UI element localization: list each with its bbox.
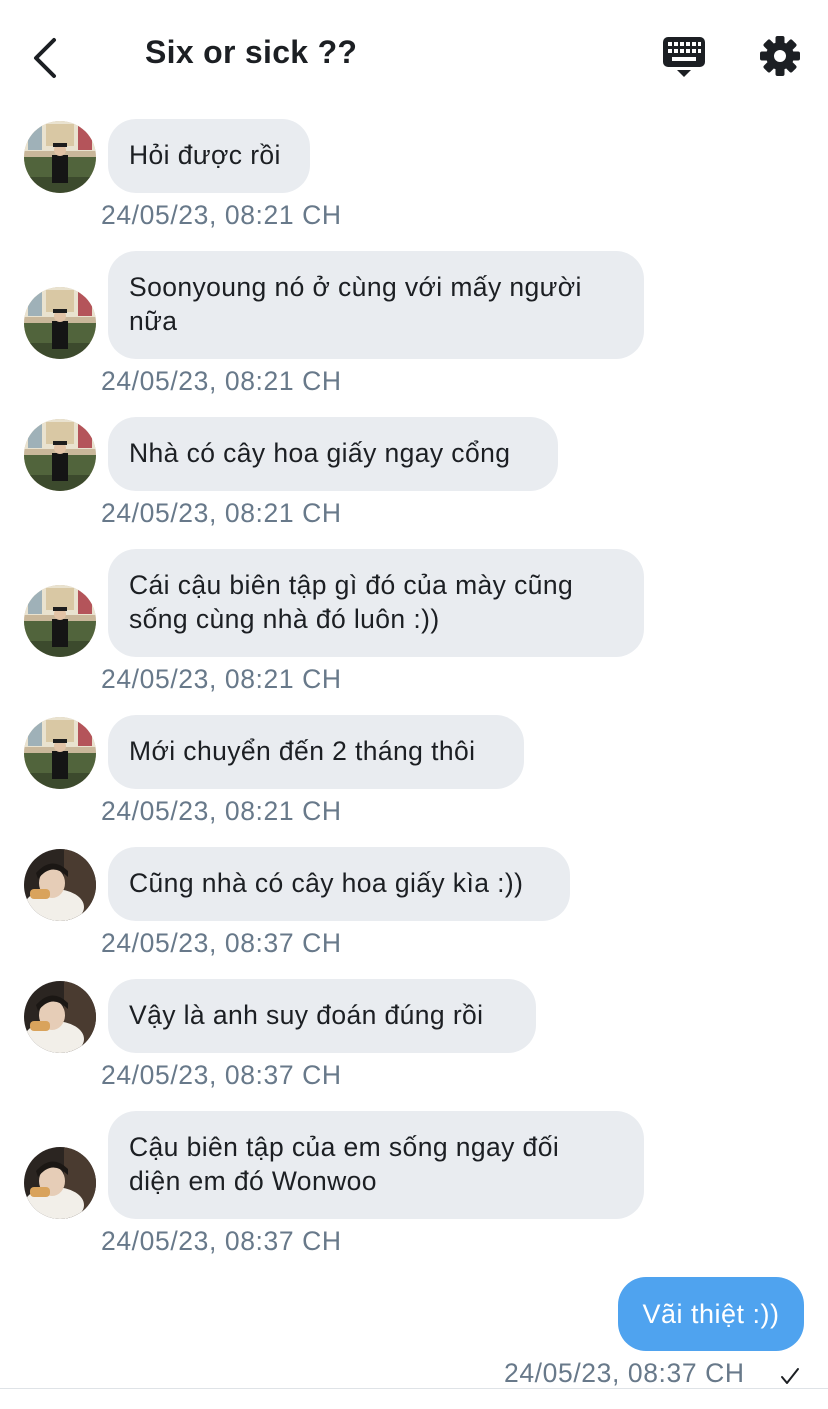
message-timestamp: 24/05/23, 08:21 CH	[101, 366, 342, 396]
sent-message-bubble[interactable]: Vãi thiệt :))	[618, 1277, 804, 1351]
avatar[interactable]	[24, 981, 96, 1053]
avatar[interactable]	[24, 585, 96, 657]
message-timestamp: 24/05/23, 08:21 CH	[101, 498, 342, 528]
message-text-line: Cũng nhà có cây hoa giấy kìa :))	[129, 868, 524, 898]
message-text-line: diện em đó Wonwoo	[129, 1166, 377, 1196]
message-text-line: Hỏi được rồi	[129, 140, 281, 170]
received-message-bubble[interactable]: Nhà có cây hoa giấy ngay cổng	[108, 417, 558, 491]
message-text-line: Mới chuyển đến 2 tháng thôi	[129, 736, 476, 766]
sent-message-timestamp: 24/05/23, 08:37 CH	[504, 1358, 745, 1388]
gear-icon[interactable]	[758, 34, 802, 78]
received-message-bubble[interactable]: Hỏi được rồi	[108, 119, 310, 193]
avatar[interactable]	[24, 849, 96, 921]
received-message-bubble[interactable]: Mới chuyển đến 2 tháng thôi	[108, 715, 524, 789]
message-timestamp: 24/05/23, 08:37 CH	[101, 1226, 342, 1256]
back-chevron-icon[interactable]	[30, 36, 70, 80]
chat-header: Six or sick ??	[0, 0, 828, 112]
message-timestamp: 24/05/23, 08:21 CH	[101, 664, 342, 694]
message-timestamp: 24/05/23, 08:37 CH	[101, 1060, 342, 1090]
message-text-line: Soonyoung nó ở cùng với mấy người	[129, 272, 582, 302]
checkmark-icon	[781, 1368, 799, 1384]
received-message-bubble[interactable]: Cái cậu biên tập gì đó của mày cũng sống …	[108, 549, 644, 657]
message-text-line: nữa	[129, 306, 178, 336]
message-text-line: sống cùng nhà đó luôn :))	[129, 604, 440, 634]
keyboard-icon[interactable]	[662, 36, 706, 80]
received-message-bubble[interactable]: Vậy là anh suy đoán đúng rồi	[108, 979, 536, 1053]
message-timestamp: 24/05/23, 08:21 CH	[101, 796, 342, 826]
received-message-bubble[interactable]: Cũng nhà có cây hoa giấy kìa :))	[108, 847, 570, 921]
message-text-line: Nhà có cây hoa giấy ngay cổng	[129, 438, 511, 468]
message-timestamp: 24/05/23, 08:37 CH	[101, 928, 342, 958]
avatar[interactable]	[24, 287, 96, 359]
chat-title: Six or sick ??	[145, 34, 358, 70]
avatar[interactable]	[24, 717, 96, 789]
avatar[interactable]	[24, 121, 96, 193]
message-text-line: Cái cậu biên tập gì đó của mày cũng	[129, 570, 574, 600]
received-message-bubble[interactable]: Cậu biên tập của em sống ngay đối diện em…	[108, 1111, 644, 1219]
received-message-bubble[interactable]: Soonyoung nó ở cùng với mấy người nữa	[108, 251, 644, 359]
composer-divider	[0, 1388, 828, 1389]
message-text-line: Cậu biên tập của em sống ngay đối	[129, 1132, 560, 1162]
avatar[interactable]	[24, 419, 96, 491]
message-timestamp: 24/05/23, 08:21 CH	[101, 200, 342, 230]
avatar[interactable]	[24, 1147, 96, 1219]
message-text-line: Vậy là anh suy đoán đúng rồi	[129, 1000, 484, 1030]
